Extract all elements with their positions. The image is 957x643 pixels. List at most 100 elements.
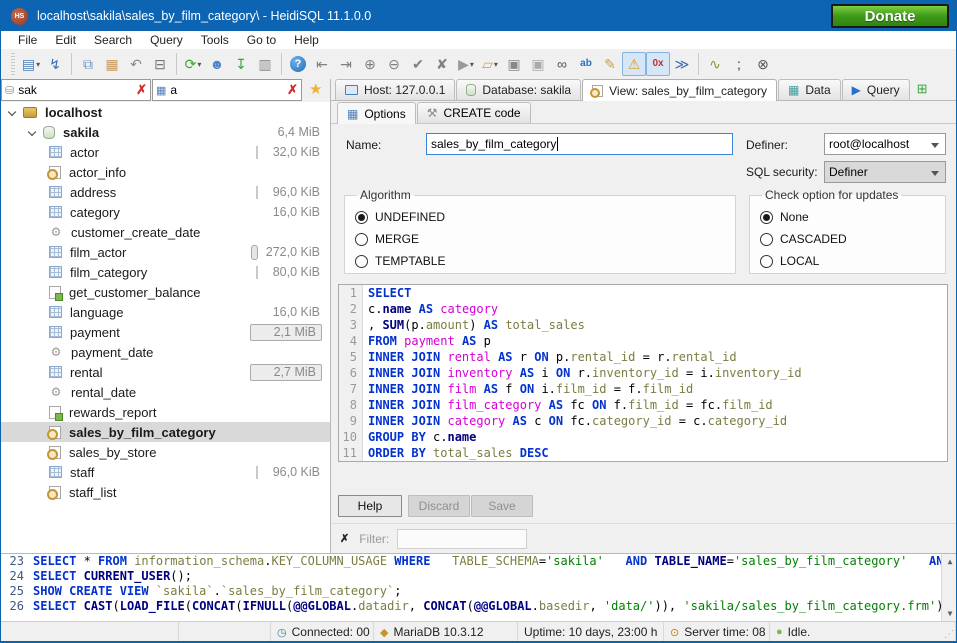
radio-icon[interactable]	[760, 255, 773, 268]
apply-edit-button[interactable]: ✔	[406, 52, 430, 76]
warn-highlight-toggle[interactable]: ⚠	[622, 52, 646, 76]
tab-database[interactable]: Database: sakila	[456, 79, 581, 100]
tree-item-localhost[interactable]: localhost	[1, 102, 330, 122]
tab-host[interactable]: Host: 127.0.0.1	[335, 79, 455, 100]
filter-input[interactable]	[397, 529, 527, 549]
go-first-button[interactable]: ⇤	[310, 52, 334, 76]
tree-item-film-actor[interactable]: film_actor272,0 KiB	[1, 242, 330, 262]
tree-item-payment[interactable]: payment2,1 MiB	[1, 322, 330, 342]
tree-item-actor-info[interactable]: actor_info	[1, 162, 330, 182]
menu-help[interactable]: Help	[285, 31, 328, 49]
replace-button[interactable]: ab	[574, 52, 598, 76]
save-sql-as-button[interactable]: ▣	[526, 52, 550, 76]
semicolon-button[interactable]: ;	[727, 52, 751, 76]
table-filter-input[interactable]	[170, 83, 287, 97]
tab-data[interactable]: ▦Data	[778, 79, 841, 100]
remove-row-button[interactable]: ⊖	[382, 52, 406, 76]
save-button[interactable]: Save	[471, 495, 533, 517]
sql-security-dropdown[interactable]: Definer	[824, 161, 946, 183]
cancel-edit-button[interactable]: ✘	[430, 52, 454, 76]
session-manager-button[interactable]: ▤▾	[19, 52, 43, 76]
database-filter-input[interactable]	[18, 83, 136, 97]
highlight-button[interactable]: ✎	[598, 52, 622, 76]
favorites-star-icon[interactable]: ★	[309, 79, 322, 102]
tree-item-language[interactable]: language16,0 KiB	[1, 302, 330, 322]
tree-item-sakila[interactable]: sakila6,4 MiB	[1, 122, 330, 142]
scroll-up-icon[interactable]: ▲	[942, 554, 957, 569]
algorithm-option-undefined[interactable]: UNDEFINED	[355, 206, 725, 228]
save-sql-button[interactable]: ▣	[502, 52, 526, 76]
go-first-icon: ⇤	[316, 57, 328, 71]
discard-button[interactable]: Discard	[408, 495, 470, 517]
view-name-input[interactable]: sales_by_film_category	[426, 133, 733, 155]
menu-go-to[interactable]: Go to	[238, 31, 285, 49]
help-button[interactable]: Help	[338, 495, 402, 517]
clear-table-filter-icon[interactable]: ✗	[287, 82, 298, 98]
help-button[interactable]: ?	[286, 52, 310, 76]
reformat-sql-button[interactable]: ∿	[703, 52, 727, 76]
tab-query[interactable]: ▶Query	[842, 79, 910, 100]
undo-button[interactable]: ↶	[124, 52, 148, 76]
tab-options[interactable]: ▦Options	[337, 102, 416, 124]
chevron-expanded-icon[interactable]	[8, 108, 16, 116]
tree-item-staff[interactable]: staff96,0 KiB	[1, 462, 330, 482]
resize-grip[interactable]: ⋰	[944, 629, 954, 640]
scroll-down-icon[interactable]: ▼	[942, 606, 957, 621]
tree-item-film-category[interactable]: film_category80,0 KiB	[1, 262, 330, 282]
view-sql-editor[interactable]: 1SELECT2c.name AS category3, SUM(p.amoun…	[338, 284, 948, 462]
donate-button[interactable]: Donate	[831, 4, 949, 28]
tree-item-rental-date[interactable]: ⚙rental_date	[1, 382, 330, 402]
export-database-button[interactable]: ↧	[229, 52, 253, 76]
tree-item-get-customer-balance[interactable]: get_customer_balance	[1, 282, 330, 302]
add-row-button[interactable]: ⊕	[358, 52, 382, 76]
chevron-expanded-icon[interactable]	[28, 128, 36, 136]
tree-item-customer-create-date[interactable]: ⚙customer_create_date	[1, 222, 330, 242]
tree-item-actor[interactable]: actor32,0 KiB	[1, 142, 330, 162]
tree-item-address[interactable]: address96,0 KiB	[1, 182, 330, 202]
paste-button[interactable]: ▦	[100, 52, 124, 76]
find-button[interactable]: ∞	[550, 52, 574, 76]
check-option-option-local[interactable]: LOCAL	[760, 250, 935, 272]
radio-icon[interactable]	[760, 211, 773, 224]
radio-icon[interactable]	[760, 233, 773, 246]
menu-edit[interactable]: Edit	[46, 31, 85, 49]
close-filter-icon[interactable]: ✗	[340, 532, 349, 545]
tree-item-rental[interactable]: rental2,7 MiB	[1, 362, 330, 382]
menu-file[interactable]: File	[9, 31, 46, 49]
radio-icon[interactable]	[355, 233, 368, 246]
line-number: 23	[1, 554, 29, 569]
tree-item-staff-list[interactable]: staff_list	[1, 482, 330, 502]
radio-icon[interactable]	[355, 255, 368, 268]
save-snippet-button[interactable]: ▥	[253, 52, 277, 76]
menu-search[interactable]: Search	[85, 31, 141, 49]
algorithm-option-merge[interactable]: MERGE	[355, 228, 725, 250]
check-option-option-cascaded[interactable]: CASCADED	[760, 228, 935, 250]
load-sql-file-button[interactable]: ▱▾	[478, 52, 502, 76]
print-button[interactable]: ⊟	[148, 52, 172, 76]
tree-item-payment-date[interactable]: ⚙payment_date	[1, 342, 330, 362]
tree-item-sales-by-store[interactable]: sales_by_store	[1, 442, 330, 462]
algorithm-option-temptable[interactable]: TEMPTABLE	[355, 250, 725, 272]
log-scrollbar[interactable]: ▲ ▼	[941, 554, 957, 621]
tree-item-rewards-report[interactable]: rewards_report	[1, 402, 330, 422]
copy-button[interactable]: ⧉	[76, 52, 100, 76]
check-option-option-none[interactable]: None	[760, 206, 935, 228]
hex-literal-toggle[interactable]: 0x	[646, 52, 670, 76]
menu-tools[interactable]: Tools	[192, 31, 238, 49]
run-query-button[interactable]: ▶▾	[454, 52, 478, 76]
tree-item-sales-by-film-category[interactable]: sales_by_film_category	[1, 422, 330, 442]
tab-view[interactable]: View: sales_by_film_category	[582, 79, 777, 101]
radio-icon[interactable]	[355, 211, 368, 224]
menu-query[interactable]: Query	[141, 31, 192, 49]
new-query-tab-icon[interactable]: ⊞	[917, 81, 928, 97]
insert-goto-button[interactable]: ≫	[670, 52, 694, 76]
clear-database-filter-icon[interactable]: ✗	[136, 82, 147, 98]
stop-button[interactable]: ⊗	[751, 52, 775, 76]
definer-dropdown[interactable]: root@localhost	[824, 133, 946, 155]
user-manager-button[interactable]: ☻	[205, 52, 229, 76]
disconnect-button[interactable]: ↯	[43, 52, 67, 76]
refresh-button[interactable]: ⟳▾	[181, 52, 205, 76]
tree-item-category[interactable]: category16,0 KiB	[1, 202, 330, 222]
go-last-button[interactable]: ⇥	[334, 52, 358, 76]
tab-create-code[interactable]: ⚒CREATE code	[417, 102, 531, 123]
